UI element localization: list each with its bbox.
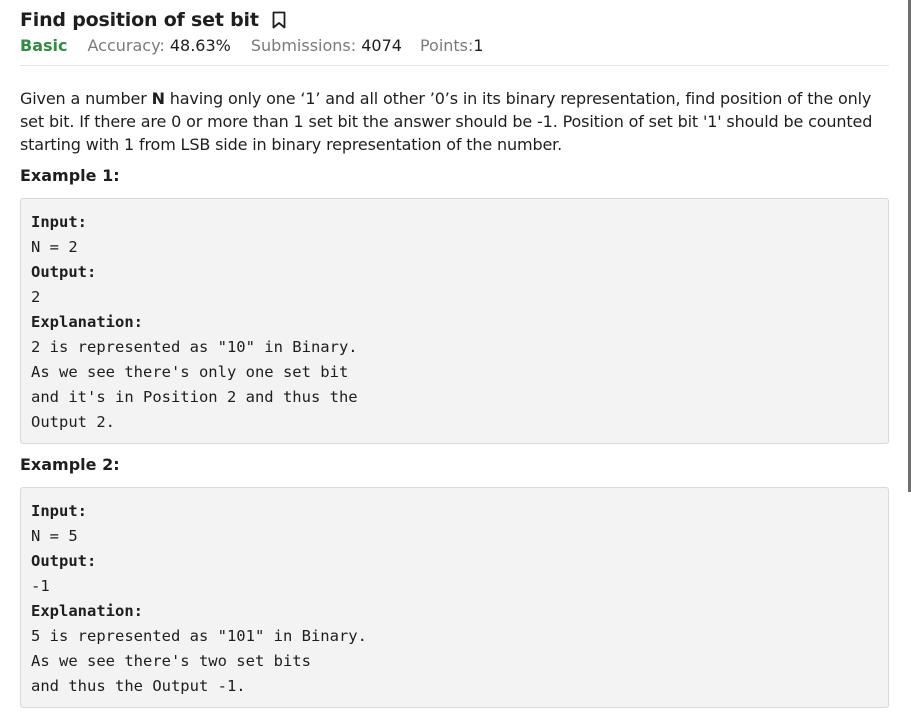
example-2-heading: Example 2: [20, 455, 120, 474]
title-row: Find position of set bit [20, 7, 286, 33]
points-value: 1 [473, 35, 484, 55]
example-line: 2 is represented as "10" in Binary. [31, 338, 358, 356]
example-line: Input: [31, 213, 87, 231]
accuracy-value: 48.63% [169, 35, 231, 55]
bookmark-icon[interactable] [272, 11, 286, 29]
accuracy-label: Accuracy: [87, 35, 165, 55]
example-line: Explanation: [31, 313, 143, 331]
example-line: and thus the Output -1. [31, 677, 246, 695]
example-2-box: Input: N = 5 Output: -1 Explanation: 5 i… [20, 487, 889, 708]
points-stat: Points:1 [420, 36, 484, 55]
example-line: As we see there's two set bits [31, 652, 311, 670]
statement-n-symbol: N [151, 89, 165, 108]
example-line: Output: [31, 552, 97, 570]
example-line: Explanation: [31, 602, 143, 620]
example-1-box: Input: N = 2 Output: 2 Explanation: 2 is… [20, 198, 889, 444]
example-line: N = 2 [31, 238, 78, 256]
example-line: As we see there's only one set bit [31, 363, 349, 381]
example-line: 5 is represented as "101" in Binary. [31, 627, 367, 645]
statement-part-1: Given a number [20, 89, 152, 108]
example-1-lines: Input: N = 2 Output: 2 Explanation: 2 is… [31, 210, 358, 435]
points-label: Points: [419, 35, 474, 55]
submissions-value: 4074 [361, 35, 402, 55]
accuracy-stat: Accuracy: 48.63% [87, 36, 230, 55]
example-line: Output: [31, 263, 97, 281]
submissions-label: Submissions: [250, 35, 357, 55]
difficulty-badge: Basic [20, 35, 68, 55]
example-line: -1 [31, 577, 50, 595]
problem-statement: Given a number N having only one ‘1’ and… [20, 87, 889, 156]
example-line: and it's in Position 2 and thus the [31, 388, 358, 406]
example-line: 2 [31, 288, 41, 306]
example-2-lines: Input: N = 5 Output: -1 Explanation: 5 i… [31, 499, 367, 699]
problem-meta: Basic Accuracy: 48.63% Submissions: 4074… [20, 34, 484, 56]
problem-title: Find position of set bit [20, 9, 259, 31]
submissions-stat: Submissions: 4074 [251, 36, 402, 55]
example-1-heading: Example 1: [20, 166, 120, 185]
example-line: N = 5 [31, 527, 78, 545]
example-line: Input: [31, 502, 87, 520]
header-divider [20, 65, 889, 66]
example-line: Output 2. [31, 413, 115, 431]
